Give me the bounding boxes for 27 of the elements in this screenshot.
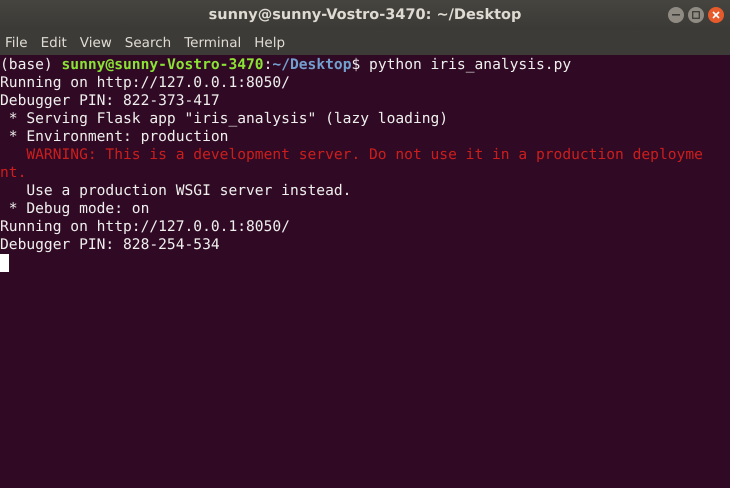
warning-text: nt. xyxy=(0,164,26,181)
minimize-icon xyxy=(672,14,680,16)
output-text: : xyxy=(264,56,272,73)
minimize-button[interactable] xyxy=(668,7,684,23)
close-button[interactable] xyxy=(708,7,724,23)
output-text: Debugger PIN: 822-373-417 xyxy=(0,92,220,109)
menu-item[interactable]: View xyxy=(80,34,118,50)
menu-item[interactable]: Terminal xyxy=(184,34,248,50)
output-text: * Serving Flask app "iris_analysis" (lazy loading) xyxy=(8,110,448,127)
output-text: $ python iris_analysis.py xyxy=(351,56,572,73)
menu-item[interactable]: File xyxy=(5,34,34,50)
prompt-path: ~/Desktop xyxy=(272,56,352,73)
output-text: Running on http://127.0.0.1:8050/ xyxy=(0,218,290,235)
output-text: (base) xyxy=(0,56,54,73)
warning-text: WARNING: This is a development server. Do not use it in a production deployme xyxy=(25,146,703,163)
prompt-user: sunny@sunny-Vostro-3470 xyxy=(62,56,264,73)
close-icon xyxy=(712,11,720,19)
output-text: Use a production WSGI server instead. xyxy=(25,182,352,199)
menu-item[interactable]: Help xyxy=(254,34,292,50)
maximize-icon xyxy=(692,11,700,19)
menu-item[interactable]: Edit xyxy=(40,34,73,50)
window-title: sunny@sunny-Vostro-3470: ~/Desktop xyxy=(208,7,522,23)
output-text: Running on http://127.0.0.1:8050/ xyxy=(0,74,290,91)
output-text: * Environment: production xyxy=(8,128,228,145)
menu-item[interactable]: Search xyxy=(124,34,178,50)
output-text: * Debug mode: on xyxy=(8,200,150,217)
output-text: Debugger PIN: 828-254-534 xyxy=(0,236,220,253)
